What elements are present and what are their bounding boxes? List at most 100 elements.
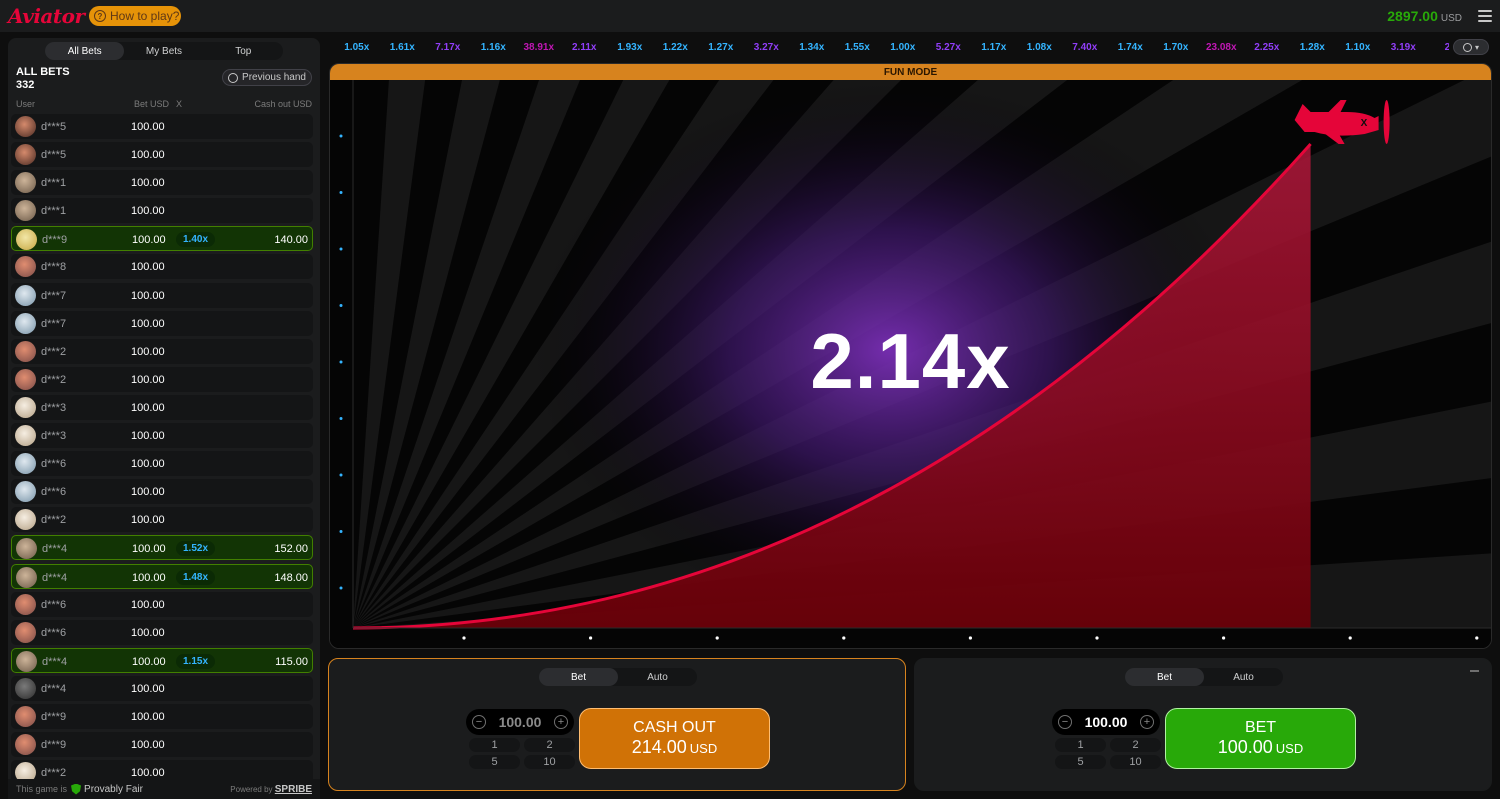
cash-out-label: CASH OUT (633, 719, 716, 736)
bet-row: d***4 100.00 1.52x 152.00 (11, 535, 313, 561)
menu-icon[interactable] (1478, 10, 1492, 22)
avatar (16, 566, 37, 588)
history-multiplier[interactable]: 1.16x (471, 42, 517, 53)
history-multiplier[interactable]: 1.74x (1108, 42, 1154, 53)
history-multiplier[interactable]: 1.17x (971, 42, 1017, 53)
history-multiplier[interactable]: 1.05x (334, 42, 380, 53)
quick-amount-10[interactable]: 10 (1110, 755, 1161, 769)
how-to-play-button[interactable]: ? How to play? (89, 6, 181, 26)
quick-amount-1[interactable]: 1 (1055, 738, 1106, 752)
plus-button[interactable]: + (553, 715, 568, 729)
bet-button-amount: 100.00 (1217, 737, 1273, 757)
chevron-down-icon: ▾ (1474, 42, 1479, 52)
history-multiplier[interactable]: 23.08x (1199, 42, 1245, 53)
history-toggle-button[interactable]: ▾ (1453, 39, 1489, 55)
bet-amount: 100.00 (131, 289, 165, 302)
bet-amount-value[interactable]: 100.00 (1085, 714, 1128, 730)
history-multiplier[interactable]: 1.34x (789, 42, 835, 53)
history-multiplier[interactable]: 1.70x (1153, 42, 1199, 53)
minus-button[interactable]: − (1058, 715, 1072, 729)
x-axis-dot (1348, 636, 1352, 640)
game-canvas: FUN MODE X 2.14x (329, 63, 1492, 649)
avatar (15, 340, 36, 362)
bet-row: d***4 100.00 (11, 675, 313, 701)
quick-amount-2[interactable]: 2 (1110, 738, 1161, 752)
bets-panel: All Bets My Bets Top ALL BETS 332 Previo… (8, 38, 320, 799)
cash-out-currency: USD (689, 741, 718, 756)
bet-cashout: 148.00 (274, 571, 308, 584)
all-bets-count: 332 (16, 79, 35, 91)
bet-amount: 100.00 (131, 514, 165, 527)
bet-user: d***2 (41, 514, 67, 527)
tab-bet[interactable]: Bet (539, 668, 618, 686)
tab-bet[interactable]: Bet (1125, 668, 1204, 686)
history-multiplier[interactable]: 5.27x (926, 42, 972, 53)
bet-amount: 100.00 (131, 345, 165, 358)
avatar (15, 734, 36, 756)
history-multiplier[interactable]: 1.55x (835, 42, 881, 53)
bet-amount: 100.00 (131, 205, 165, 218)
quick-amount-1[interactable]: 1 (469, 738, 520, 752)
tab-auto[interactable]: Auto (1204, 668, 1283, 686)
bet-amount: 100.00 (131, 598, 165, 611)
quick-amount-2[interactable]: 2 (524, 738, 575, 752)
bet-amount: 100.00 (132, 655, 166, 668)
spribe-brand: SPRIBE (274, 783, 312, 795)
plus-button[interactable]: + (1139, 715, 1154, 729)
avatar (15, 144, 36, 166)
y-axis-dot (339, 134, 343, 138)
bet-cashout: 140.00 (274, 234, 308, 247)
history-multiplier[interactable]: 1.28x (1290, 42, 1336, 53)
history-multiplier[interactable]: 1.93x (607, 42, 653, 53)
history-multiplier[interactable]: 7.17x (425, 42, 471, 53)
bet-user: d***7 (41, 317, 67, 330)
history-multiplier[interactable]: 1.10x (1335, 42, 1381, 53)
previous-hand-button[interactable]: Previous hand (222, 69, 312, 86)
history-multiplier[interactable]: 1.27x (698, 42, 744, 53)
balance-currency: USD (1440, 13, 1462, 24)
bet-button[interactable]: BET 100.00 USD (1165, 708, 1356, 769)
tab-my-bets[interactable]: My Bets (124, 42, 203, 60)
provably-fair-link[interactable]: Provably Fair (71, 783, 143, 795)
bet-amount: 100.00 (132, 234, 166, 247)
bets-column-headers: User Bet USD X Cash out USD (16, 99, 312, 110)
y-axis-dot (339, 417, 343, 420)
bet-amount-value[interactable]: 100.00 (499, 714, 542, 730)
tab-top[interactable]: Top (204, 42, 283, 60)
avatar (15, 368, 36, 390)
avatar (16, 650, 37, 672)
bet-amount: 100.00 (131, 682, 165, 695)
history-multiplier[interactable]: 1.08x (1017, 42, 1063, 53)
history-multiplier[interactable]: 3.19x (1381, 42, 1427, 53)
powered-by: Powered by SPRIBE (230, 784, 312, 795)
fun-mode-banner: FUN MODE (330, 64, 1491, 80)
bets-tabs: All Bets My Bets Top (45, 42, 283, 60)
bet-user: d***9 (41, 710, 67, 723)
history-multiplier[interactable]: 2.25x (1244, 42, 1290, 53)
tab-all-bets[interactable]: All Bets (45, 42, 125, 60)
history-multiplier[interactable]: 1.00x (880, 42, 926, 53)
quick-amount-5[interactable]: 5 (1055, 755, 1106, 769)
history-multiplier[interactable]: 2. (1426, 42, 1449, 53)
history-multiplier[interactable]: 1.22x (653, 42, 699, 53)
history-multiplier[interactable]: 1.61x (380, 42, 426, 53)
aviator-logo[interactable]: Aviator (8, 4, 85, 28)
remove-panel-icon[interactable] (1470, 670, 1479, 672)
avatar (15, 284, 36, 306)
quick-amount-5[interactable]: 5 (469, 755, 520, 769)
avatar (15, 396, 36, 418)
cash-out-button[interactable]: CASH OUT 214.00 USD (579, 708, 770, 769)
bet-user: d***2 (41, 345, 67, 358)
bet-user: d***1 (41, 177, 67, 190)
column-bet: Bet USD (134, 99, 170, 109)
tab-auto[interactable]: Auto (618, 668, 697, 686)
quick-amount-10[interactable]: 10 (524, 755, 575, 769)
bet-amount: 100.00 (131, 373, 165, 386)
history-multiplier[interactable]: 38.91x (516, 42, 562, 53)
history-multiplier[interactable]: 3.27x (744, 42, 790, 53)
minus-button[interactable]: − (472, 715, 486, 729)
history-multiplier[interactable]: 7.40x (1062, 42, 1108, 53)
bet-row: d***5 100.00 (11, 114, 313, 139)
history-multiplier[interactable]: 2.11x (562, 42, 608, 53)
avatar (15, 621, 36, 643)
